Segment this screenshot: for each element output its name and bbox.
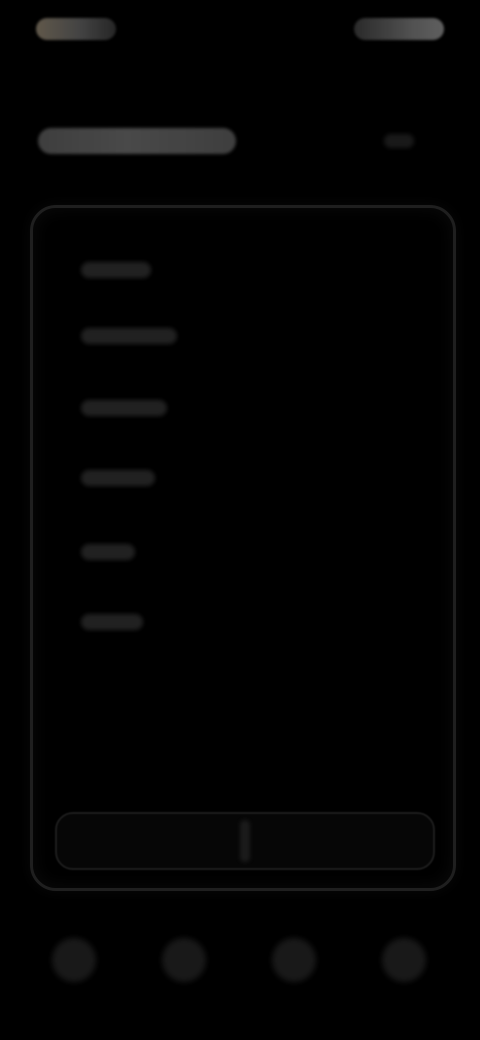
list-item[interactable] <box>81 614 143 630</box>
page-title <box>38 128 236 154</box>
list-item[interactable] <box>81 544 135 560</box>
header-action-button[interactable] <box>384 134 414 148</box>
nav-icon-2[interactable] <box>162 938 206 982</box>
nav-icon-3[interactable] <box>272 938 316 982</box>
status-indicators <box>354 18 444 40</box>
list-item[interactable] <box>81 328 177 344</box>
nav-icon-1[interactable] <box>52 938 96 982</box>
list-item[interactable] <box>81 262 151 278</box>
bottom-navigation <box>0 910 480 1020</box>
list-item[interactable] <box>81 400 167 416</box>
status-time <box>36 18 116 40</box>
tray-right-button[interactable] <box>245 814 433 868</box>
bottom-tray <box>55 812 435 870</box>
tray-left-button[interactable] <box>57 814 245 868</box>
status-bar <box>0 0 480 64</box>
page-header <box>0 100 480 190</box>
list-item[interactable] <box>81 470 155 486</box>
main-card <box>30 205 456 891</box>
nav-icon-4[interactable] <box>382 938 426 982</box>
list <box>81 254 421 684</box>
